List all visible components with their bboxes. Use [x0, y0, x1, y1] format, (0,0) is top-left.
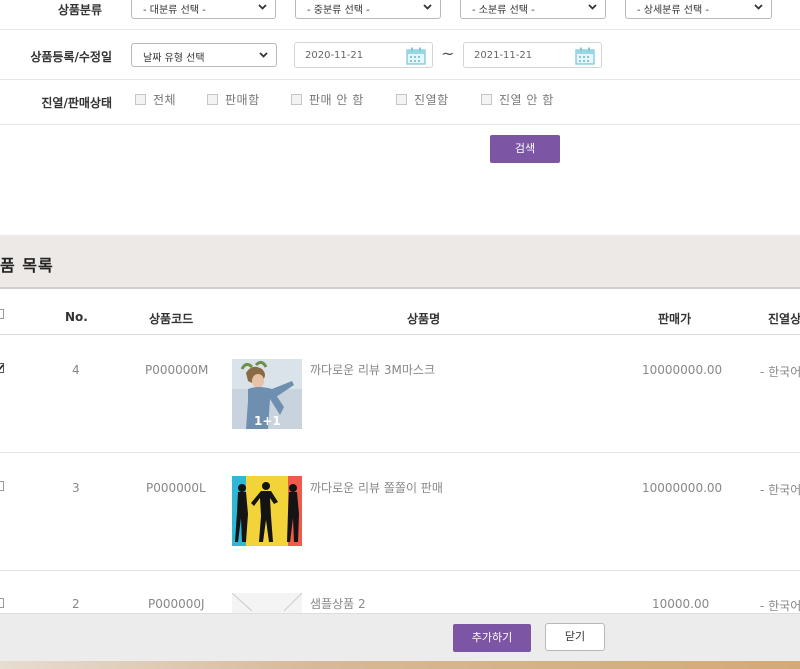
chevron-down-icon	[259, 52, 268, 58]
table-row[interactable]: 4 P000000M 1+1 까다로운 리뷰 3M마스크 10000000.00…	[0, 335, 800, 453]
end-date-value: 2021-11-21	[474, 50, 533, 61]
checkbox-label: 판매 안 함	[309, 93, 364, 107]
start-date-input[interactable]: 2020-11-21	[294, 42, 433, 68]
major-category-select[interactable]: - 대분류 선택 -	[131, 0, 276, 19]
search-button[interactable]: 검색	[490, 135, 560, 163]
select-all-checkbox[interactable]	[0, 309, 4, 319]
date-range-separator: ~	[441, 44, 455, 63]
select-value: - 상세분류 선택 -	[637, 5, 709, 16]
product-list-title: 품 목록	[0, 256, 54, 275]
mask-product-thumbnail[interactable]: 1+1	[232, 359, 302, 429]
category-filter-row: 상품분류 - 대분류 선택 - - 중분류 선택 - - 소분류 선택 - - …	[0, 0, 800, 30]
product-image	[232, 476, 302, 546]
detail-category-select[interactable]: - 상세분류 선택 -	[625, 0, 772, 19]
status-on-sale-checkbox[interactable]: 판매함	[207, 91, 260, 108]
row-product-name[interactable]: 샘플상품 2	[310, 595, 366, 612]
window-bottom-strip	[0, 661, 800, 669]
status-not-displayed-checkbox[interactable]: 진열 안 함	[481, 91, 554, 108]
calendar-icon[interactable]	[406, 47, 426, 65]
middle-category-select[interactable]: - 중분류 선택 -	[295, 0, 441, 19]
status-displayed-checkbox[interactable]: 진열함	[396, 91, 449, 108]
row-price: 10000000.00	[642, 481, 723, 495]
row-checkbox[interactable]	[0, 481, 4, 491]
column-product-name: 상품명	[407, 312, 441, 326]
close-button[interactable]: 닫기	[545, 623, 605, 651]
checkbox-box[interactable]	[396, 94, 407, 105]
select-value: - 대분류 선택 -	[143, 5, 206, 16]
row-product-code: P000000L	[146, 481, 206, 495]
placeholder-image	[232, 593, 302, 613]
row-display-status: - 한국어	[760, 483, 800, 497]
end-date-input[interactable]: 2021-11-21	[463, 42, 602, 68]
status-all-checkbox[interactable]: 전체	[135, 91, 176, 108]
select-value: - 소분류 선택 -	[472, 5, 535, 16]
chevron-down-icon	[754, 4, 763, 10]
add-button[interactable]: 추가하기	[453, 624, 531, 652]
row-product-code: P000000J	[148, 597, 205, 611]
select-value: 날짜 유형 선택	[143, 53, 205, 64]
empty-thumbnail[interactable]	[232, 593, 302, 613]
checkbox-box[interactable]	[291, 94, 302, 105]
chevron-down-icon	[423, 4, 432, 10]
chevron-down-icon	[258, 4, 267, 10]
row-product-name[interactable]: 까다로운 리뷰 3M마스크	[310, 361, 435, 378]
column-display-status: 진열상	[768, 312, 800, 326]
row-display-status: - 한국어	[760, 365, 800, 379]
column-price: 판매가	[658, 312, 692, 326]
check-icon	[0, 364, 4, 371]
start-date-value: 2020-11-21	[305, 50, 364, 61]
row-checkbox[interactable]	[0, 598, 4, 608]
action-bar: 추가하기 닫기	[0, 613, 800, 661]
product-image: 1+1	[232, 359, 302, 429]
checkbox-label: 판매함	[225, 93, 260, 107]
select-value: - 중분류 선택 -	[307, 5, 370, 16]
date-label: 상품등록/수정일	[30, 50, 112, 64]
date-type-select[interactable]: 날짜 유형 선택	[131, 43, 277, 67]
checkbox-label: 진열함	[414, 93, 449, 107]
product-list-header: 품 목록	[0, 235, 800, 289]
table-row[interactable]: 3 P000000L 까다로운 리뷰 쫄쫄이 판매 10000000.00 - …	[0, 453, 800, 571]
row-price: 10000000.00	[642, 363, 723, 377]
table-header: No. 상품코드 상품명 판매가 진열상	[0, 291, 800, 335]
status-not-on-sale-checkbox[interactable]: 판매 안 함	[291, 91, 364, 108]
row-no: 4	[72, 363, 80, 377]
row-product-code: P000000M	[145, 363, 209, 377]
row-no: 2	[72, 597, 80, 611]
tights-product-thumbnail[interactable]	[232, 476, 302, 546]
row-no: 3	[72, 481, 80, 495]
minor-category-select[interactable]: - 소분류 선택 -	[460, 0, 606, 19]
checkbox-box[interactable]	[481, 94, 492, 105]
column-no: No.	[65, 310, 88, 324]
row-checkbox[interactable]	[0, 363, 4, 373]
table-row[interactable]: 2 P000000J 샘플상품 2 10000.00 - 한국어	[0, 571, 800, 613]
row-price: 10000.00	[652, 597, 710, 611]
row-display-status: - 한국어	[760, 599, 800, 613]
category-label: 상품분류	[57, 3, 102, 17]
checkbox-box[interactable]	[207, 94, 218, 105]
column-product-code: 상품코드	[149, 312, 194, 326]
checkbox-box[interactable]	[135, 94, 146, 105]
calendar-icon[interactable]	[575, 47, 595, 65]
row-product-name[interactable]: 까다로운 리뷰 쫄쫄이 판매	[310, 479, 443, 496]
checkbox-label: 전체	[153, 93, 177, 107]
thumbnail-badge: 1+1	[254, 414, 281, 428]
status-label: 진열/판매상태	[41, 96, 112, 110]
chevron-down-icon	[588, 4, 597, 10]
checkbox-label: 진열 안 함	[499, 93, 554, 107]
